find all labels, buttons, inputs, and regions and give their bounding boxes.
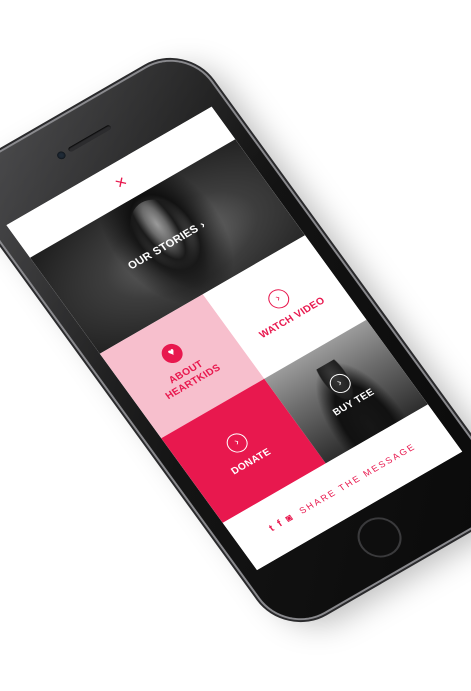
home-button[interactable] bbox=[351, 512, 407, 563]
chevron-right-icon: › bbox=[222, 429, 252, 456]
speaker-grille bbox=[66, 124, 112, 153]
front-camera bbox=[55, 150, 68, 161]
stage: × OUR STORIES› ♥ ABOUT HEARTKIDS › WATCH… bbox=[0, 0, 471, 691]
chevron-right-icon: › bbox=[263, 285, 293, 312]
phone-device: × OUR STORIES› ♥ ABOUT HEARTKIDS › WATCH… bbox=[0, 45, 471, 635]
twitter-icon[interactable]: t bbox=[267, 523, 276, 534]
facebook-icon[interactable]: f bbox=[275, 518, 284, 529]
close-icon[interactable]: × bbox=[110, 171, 131, 193]
phone-screen: × OUR STORIES› ♥ ABOUT HEARTKIDS › WATCH… bbox=[6, 106, 463, 571]
heart-icon: ♥ bbox=[157, 339, 187, 367]
social-icons: t f ◙ bbox=[267, 512, 295, 533]
instagram-icon[interactable]: ◙ bbox=[283, 512, 295, 524]
